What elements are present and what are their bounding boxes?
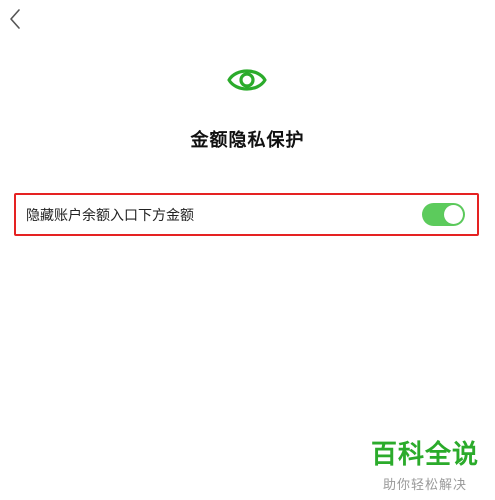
watermark-logo: 百科全说 助你轻松解决 (369, 440, 481, 493)
back-button[interactable] (6, 6, 24, 32)
hide-balance-toggle[interactable] (422, 203, 465, 226)
watermark-title: 百科全说 (370, 440, 479, 470)
toggle-knob (444, 205, 463, 224)
chevron-left-icon (10, 9, 20, 29)
watermark-subtitle: 助你轻松解决 (382, 478, 467, 493)
page-title: 金额隐私保护 (190, 130, 305, 151)
setting-label: 隐藏账户余额入口下方金额 (26, 207, 194, 224)
eye-icon (227, 69, 267, 91)
setting-row-hide-balance[interactable]: 隐藏账户余额入口下方金额 (14, 193, 479, 236)
